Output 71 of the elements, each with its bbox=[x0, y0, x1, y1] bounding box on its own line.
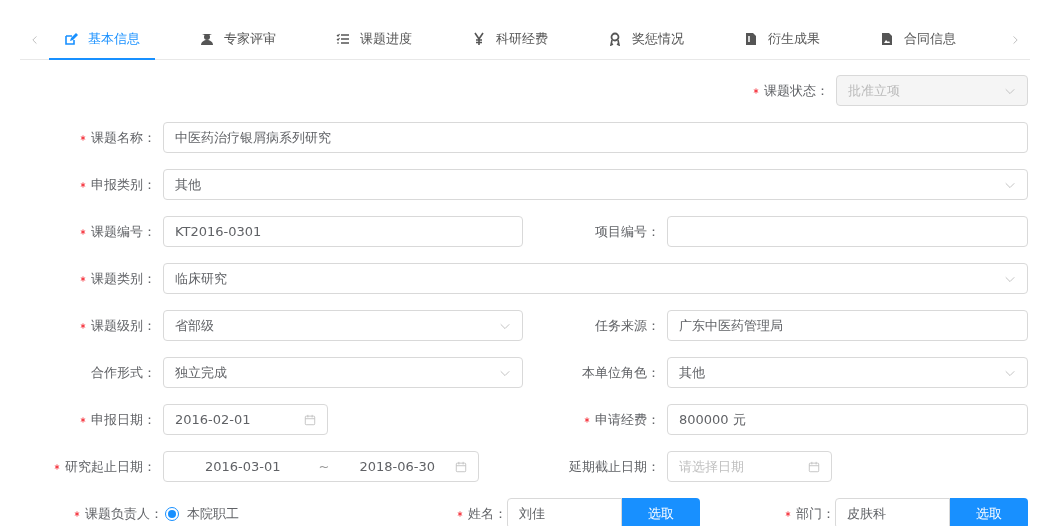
tab[interactable]: 衍生成果 bbox=[728, 19, 835, 60]
label-colon: ： bbox=[143, 457, 156, 476]
calendar-icon bbox=[808, 460, 820, 473]
label-colon: ： bbox=[816, 81, 829, 100]
field-label: 课题编号 bbox=[91, 222, 143, 241]
text-field[interactable]: 800000 元 bbox=[667, 404, 1028, 435]
tab[interactable]: 课题进度 bbox=[321, 19, 428, 60]
list-icon bbox=[336, 31, 351, 46]
label-colon: ： bbox=[647, 363, 660, 382]
label-colon: ： bbox=[143, 222, 156, 241]
text-field[interactable]: 中医药治疗银屑病系列研究 bbox=[163, 122, 1028, 153]
field-label: 延期截止日期 bbox=[569, 457, 647, 476]
field-label: 任务来源 bbox=[595, 316, 647, 335]
date-range-field[interactable]: 2016-03-01 ~ 2018-06-30 bbox=[163, 451, 479, 482]
field-label: 申报类别 bbox=[91, 175, 143, 194]
text-field[interactable] bbox=[667, 216, 1028, 247]
field-label: 申请经费 bbox=[595, 410, 647, 429]
field-label: 课题负责人 bbox=[85, 504, 150, 523]
field-label: 项目编号 bbox=[595, 222, 647, 241]
document-icon bbox=[743, 31, 758, 46]
person-icon bbox=[200, 31, 215, 46]
label-colon: ： bbox=[647, 410, 660, 429]
chevron-left-icon bbox=[29, 34, 40, 45]
tab[interactable]: 基本信息 bbox=[49, 19, 156, 60]
tab[interactable]: 科研经费 bbox=[457, 19, 563, 60]
department-field[interactable]: 皮肤科 bbox=[835, 498, 950, 526]
select-field[interactable]: 其他 bbox=[667, 357, 1028, 388]
select-field[interactable]: 省部级 bbox=[163, 310, 523, 341]
label-colon: ： bbox=[143, 128, 156, 147]
label-colon: ： bbox=[647, 222, 660, 241]
field-label: 姓名 bbox=[468, 504, 494, 523]
select-field[interactable]: 其他 bbox=[163, 169, 1028, 200]
text-field[interactable]: 广东中医药管理局 bbox=[667, 310, 1028, 341]
tab[interactable]: 奖惩情况 bbox=[592, 19, 699, 60]
radio-option[interactable]: 本院职工 bbox=[165, 503, 239, 524]
label-colon: ： bbox=[143, 410, 156, 429]
yen-icon bbox=[471, 31, 486, 46]
select-field[interactable]: 独立完成 bbox=[163, 357, 523, 388]
label-colon: ： bbox=[143, 316, 156, 335]
label-colon: ： bbox=[647, 316, 660, 335]
field-label: 课题类别 bbox=[91, 269, 143, 288]
field-label: 合作形式 bbox=[91, 363, 143, 382]
medal-icon bbox=[607, 31, 622, 46]
field-label: 课题名称 bbox=[91, 128, 143, 147]
label-colon: ： bbox=[143, 269, 156, 288]
chevron-right-icon bbox=[1010, 34, 1021, 45]
field-label: 申报日期 bbox=[91, 410, 143, 429]
date-value: 2016-03-01 bbox=[205, 457, 281, 476]
field-label: 研究起止日期 bbox=[65, 457, 143, 476]
field-label: 课题级别 bbox=[91, 316, 143, 335]
tab[interactable]: 合同信息 bbox=[864, 19, 971, 60]
label-colon: ： bbox=[143, 175, 156, 194]
label-colon: ： bbox=[143, 363, 156, 382]
calendar-icon bbox=[304, 413, 316, 426]
select-field[interactable]: 临床研究 bbox=[163, 263, 1028, 294]
range-separator: ~ bbox=[318, 457, 330, 476]
label-colon: ： bbox=[647, 457, 660, 476]
edit-icon bbox=[64, 31, 79, 46]
image-document-icon bbox=[879, 31, 894, 46]
field-label: 课题状态 bbox=[764, 81, 816, 100]
tab[interactable]: 专家评审 bbox=[185, 19, 292, 60]
date-value: 2018-06-30 bbox=[359, 457, 436, 476]
date-field[interactable]: 2016-02-01 bbox=[163, 404, 328, 435]
label-colon: ： bbox=[822, 504, 835, 523]
calendar-icon bbox=[455, 460, 467, 473]
text-field[interactable]: KT2016-0301 bbox=[163, 216, 523, 247]
label-colon: ： bbox=[150, 504, 163, 523]
field-label: 部门 bbox=[796, 504, 822, 523]
name-field[interactable]: 刘佳 bbox=[507, 498, 622, 526]
label-colon: ： bbox=[494, 504, 507, 523]
field-label: 本单位角色 bbox=[582, 363, 647, 382]
